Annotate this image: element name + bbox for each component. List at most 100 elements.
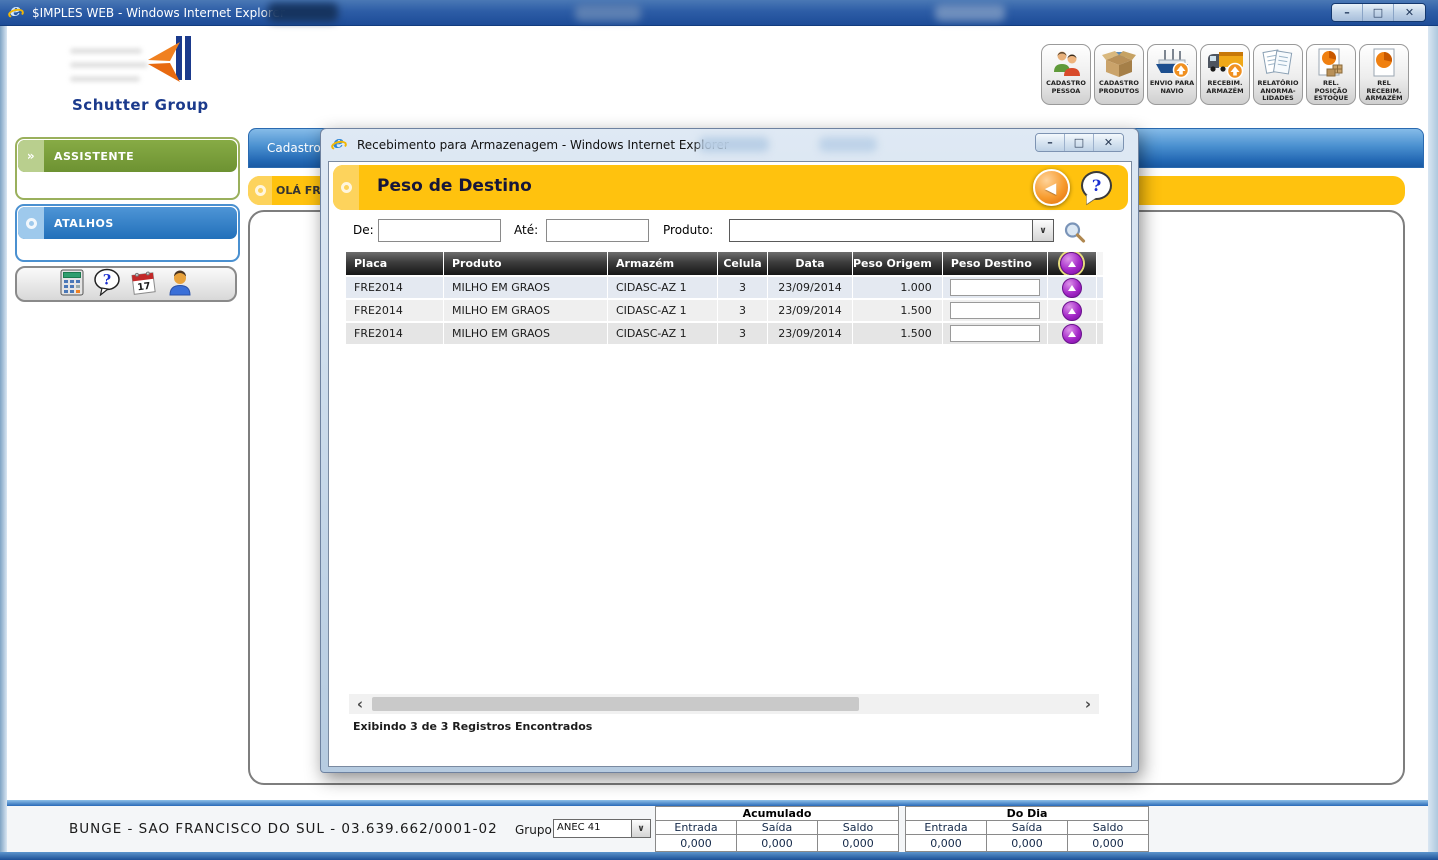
papers-icon bbox=[1261, 47, 1295, 79]
sidebar-item-atalhos[interactable]: ATALHOS bbox=[18, 207, 237, 239]
ie-icon: e bbox=[331, 136, 349, 154]
sidebar-item-assistente[interactable]: » ASSISTENTE bbox=[18, 140, 237, 172]
toolbar-button-cadastro-pessoa[interactable]: CADASTRO PESSOA bbox=[1041, 44, 1091, 105]
toolbar-button-relatorio-anormalidades[interactable]: RELATÓRIO ANORMA- LIDADES bbox=[1253, 44, 1303, 105]
chevron-right-icon[interactable]: › bbox=[1079, 694, 1097, 714]
do-dia-entrada-value: 0,000 bbox=[906, 835, 987, 852]
arrow-up-icon bbox=[1068, 261, 1076, 267]
help-button[interactable]: ? bbox=[1081, 171, 1112, 200]
dialog-titlebar[interactable]: e Recebimento para Armazenagem - Windows… bbox=[321, 129, 1138, 161]
calendar-icon[interactable]: 17 bbox=[130, 269, 158, 300]
censored-blur bbox=[819, 137, 877, 152]
brand-name: Schutter Group bbox=[72, 96, 209, 114]
maximize-button[interactable]: □ bbox=[1065, 134, 1094, 151]
maximize-button[interactable]: □ bbox=[1363, 4, 1394, 21]
ate-input[interactable] bbox=[546, 219, 649, 242]
acumulado-saida-value: 0,000 bbox=[737, 835, 818, 852]
col-header-peso-destino[interactable]: Peso Destino bbox=[943, 252, 1048, 277]
censored-blur bbox=[935, 4, 1005, 21]
toolbar-button-recebim-armazem[interactable]: RECEBIM. ARMAZÉM bbox=[1200, 44, 1250, 105]
toolbar-button-label: RELATÓRIO ANORMA- LIDADES bbox=[1257, 80, 1298, 103]
blurred-logo-text bbox=[70, 62, 148, 68]
ie-icon: e bbox=[8, 4, 26, 22]
close-button[interactable]: ✕ bbox=[1394, 4, 1425, 21]
cell-data: 23/09/2014 bbox=[768, 300, 853, 323]
table-header-row: Placa Produto Armazém Celula Data Peso O… bbox=[346, 252, 1103, 277]
toolbar-button-label: ENVIO PARA NAVIO bbox=[1150, 80, 1194, 95]
censored-blur bbox=[575, 4, 641, 21]
arrow-up-icon bbox=[1068, 331, 1076, 337]
pie-doc-icon bbox=[1366, 47, 1402, 79]
search-button[interactable] bbox=[1062, 220, 1086, 244]
grupo-select[interactable]: ANEC 41 ∨ bbox=[553, 819, 651, 838]
minimize-button[interactable]: – bbox=[1036, 134, 1065, 151]
acumulado-table: Acumulado Entrada Saída Saldo 0,000 0,00… bbox=[655, 806, 899, 852]
back-arrow-icon: ◀ bbox=[1045, 179, 1057, 197]
cell-produto: MILHO EM GRAOS bbox=[444, 277, 608, 300]
logo-arrow-icon bbox=[144, 36, 192, 94]
cell-armazem: CIDASC-AZ 1 bbox=[608, 323, 718, 346]
chevron-left-icon[interactable]: ‹ bbox=[351, 694, 369, 714]
sidebar-atalhos-label: ATALHOS bbox=[54, 217, 114, 230]
de-input[interactable] bbox=[378, 219, 501, 242]
cell-celula: 3 bbox=[718, 277, 768, 300]
col-header: Entrada bbox=[656, 821, 737, 835]
user-icon[interactable] bbox=[167, 269, 193, 300]
submit-row-button[interactable] bbox=[1062, 324, 1082, 344]
help-icon[interactable]: ? bbox=[93, 268, 121, 300]
peso-destino-input[interactable] bbox=[950, 279, 1040, 296]
submit-row-button[interactable] bbox=[1062, 301, 1082, 321]
close-button[interactable]: ✕ bbox=[1094, 134, 1123, 151]
toolbar-button-rel-posicao-estoque[interactable]: REL. POSIÇÃO ESTOQUE bbox=[1306, 44, 1356, 105]
calculator-icon[interactable] bbox=[60, 269, 84, 300]
produto-select[interactable]: ∨ bbox=[729, 219, 1054, 242]
people-icon bbox=[1048, 47, 1084, 79]
submit-all-button[interactable] bbox=[1060, 252, 1083, 275]
col-header: Saída bbox=[987, 821, 1068, 835]
chevron-down-icon[interactable]: ∨ bbox=[631, 820, 650, 837]
svg-text:17: 17 bbox=[136, 280, 150, 293]
window-border bbox=[0, 852, 1438, 860]
cell-celula: 3 bbox=[718, 300, 768, 323]
produto-select-value bbox=[730, 220, 733, 241]
ring-icon bbox=[18, 207, 44, 239]
col-header: Saldo bbox=[818, 821, 899, 835]
col-header-peso-origem[interactable]: Peso Origem bbox=[853, 252, 943, 277]
main-titlebar: e $IMPLES WEB - Windows Internet Explore… bbox=[0, 0, 1438, 26]
scrollbar-thumb[interactable] bbox=[372, 697, 859, 711]
pie-doc-boxes-icon bbox=[1313, 47, 1349, 79]
grupo-select-value: ANEC 41 bbox=[554, 820, 601, 837]
toolbar-button-envio-navio[interactable]: ENVIO PARA NAVIO bbox=[1147, 44, 1197, 105]
arrow-up-icon bbox=[1068, 308, 1076, 314]
col-header-produto[interactable]: Produto bbox=[444, 252, 608, 277]
chevron-down-icon[interactable]: ∨ bbox=[1032, 220, 1053, 241]
toolbar-button-label: CADASTRO PRODUTOS bbox=[1099, 80, 1140, 95]
cell-data: 23/09/2014 bbox=[768, 323, 853, 346]
do-dia-saldo-value: 0,000 bbox=[1068, 835, 1149, 852]
recebimento-dialog: e Recebimento para Armazenagem - Windows… bbox=[320, 128, 1139, 773]
sidebar-assistente-box: » ASSISTENTE bbox=[15, 137, 240, 200]
minimize-button[interactable]: – bbox=[1332, 4, 1363, 21]
submit-row-button[interactable] bbox=[1062, 278, 1082, 298]
page-title: Peso de Destino bbox=[377, 176, 532, 196]
sidebar-icon-tray: ? 17 bbox=[15, 266, 237, 302]
truck-icon bbox=[1205, 47, 1245, 79]
table-row: FRE2014 MILHO EM GRAOS CIDASC-AZ 1 3 23/… bbox=[346, 277, 1103, 300]
blurred-logo-text bbox=[70, 76, 140, 82]
window-controls: – □ ✕ bbox=[1331, 3, 1426, 22]
peso-destino-input[interactable] bbox=[950, 325, 1040, 342]
col-header-placa[interactable]: Placa bbox=[346, 252, 444, 277]
arrow-up-icon bbox=[1068, 285, 1076, 291]
col-header-data[interactable]: Data bbox=[768, 252, 853, 277]
toolbar-button-cadastro-produtos[interactable]: CADASTRO PRODUTOS bbox=[1094, 44, 1144, 105]
toolbar-button-rel-recebim-armazem[interactable]: REL RECEBIM. ARMAZÉM bbox=[1359, 44, 1409, 105]
cell-produto: MILHO EM GRAOS bbox=[444, 300, 608, 323]
produto-label: Produto: bbox=[663, 223, 713, 237]
peso-destino-input[interactable] bbox=[950, 302, 1040, 319]
col-header-celula[interactable]: Celula bbox=[718, 252, 768, 277]
col-header: Saldo bbox=[1068, 821, 1149, 835]
question-icon: ? bbox=[1092, 176, 1101, 195]
col-header-armazem[interactable]: Armazém bbox=[608, 252, 718, 277]
horizontal-scrollbar[interactable]: ‹ › bbox=[349, 694, 1099, 714]
back-button[interactable]: ◀ bbox=[1033, 169, 1070, 206]
